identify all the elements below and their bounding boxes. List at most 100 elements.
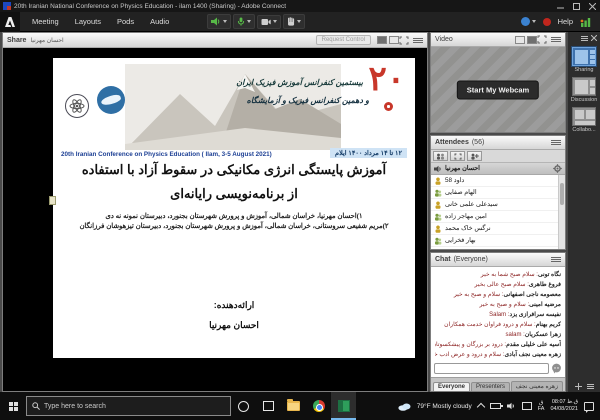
attendee-list: داود 58 الهام صفایی سیدعلی علمی خانی امی… <box>431 175 565 249</box>
network-icon[interactable] <box>522 402 532 410</box>
chat-message: زهره معینی نجف آبادی: سلام و درود و عرض … <box>435 350 561 360</box>
menu-layouts[interactable]: Layouts <box>67 17 109 26</box>
chat-message: نگاه تونی: سلام صبح شما به خیر <box>435 270 561 280</box>
battery-icon[interactable] <box>490 403 501 409</box>
attendee-view-icon[interactable] <box>433 151 448 161</box>
start-button[interactable] <box>0 392 26 420</box>
chat-pod-menu-icon[interactable] <box>551 257 561 262</box>
attendees-pod: Attendees (56) احسان مهرنیا دا <box>430 135 566 250</box>
layout-thumb-collaboration[interactable] <box>572 107 596 126</box>
presentation-slide: ۲۰ بیستمین کنفرانس آموزش فیزیک ایران و د… <box>53 58 415 358</box>
help-menu[interactable]: Help <box>558 17 573 26</box>
volume-icon[interactable] <box>507 402 516 410</box>
attendees-pod-menu-icon[interactable] <box>551 140 561 145</box>
raise-hand-button[interactable] <box>283 14 305 29</box>
excel-icon <box>338 400 350 412</box>
attendee-row[interactable]: امین مهاجر زاده <box>431 211 565 223</box>
attendee-name: سیدعلی علمی خانی <box>445 201 498 208</box>
menu-audio[interactable]: Audio <box>142 17 177 26</box>
start-webcam-button[interactable]: Start My Webcam <box>457 80 539 99</box>
share-view-icon[interactable] <box>377 36 387 44</box>
add-attendee-icon[interactable] <box>467 151 482 161</box>
attendee-expand-icon[interactable] <box>450 151 465 161</box>
maximize-button[interactable] <box>568 0 584 12</box>
taskbar-search[interactable]: Type here to search <box>26 396 231 416</box>
presenter-label: ارائه‌دهنده: <box>53 300 415 311</box>
raise-hand-icon <box>287 17 295 26</box>
status-menu[interactable] <box>521 17 536 26</box>
slide-title-line1: آموزش پایستگی انرژی مکانیکی در سقوط آزاد… <box>53 162 415 178</box>
video-fullscreen-icon[interactable] <box>537 35 547 44</box>
speaker-button[interactable] <box>207 14 231 29</box>
share-pod-menu-icon[interactable] <box>413 38 423 43</box>
adobe-connect-window: 20th Iranian National Conference on Phys… <box>0 0 600 420</box>
participant-icon <box>434 225 442 233</box>
slide-authors: ۱)احسان مهرنیا، خراسان شمالی، آموزش و پر… <box>69 212 399 232</box>
layout-thumb-sharing[interactable] <box>572 47 596 66</box>
chat-message: مرضیه امینی: سلام و صبح به خیر <box>435 300 561 310</box>
chat-input[interactable] <box>434 363 549 374</box>
banner-date-fa: ۱۲ تا ۱۴ مرداد ۱۴۰۰ ایلام <box>330 148 407 158</box>
share-layout-icon[interactable] <box>389 36 399 44</box>
recording-indicator-icon <box>543 18 551 26</box>
layouts-menu-icon[interactable] <box>581 35 588 42</box>
adobe-logo <box>0 12 20 32</box>
fullscreen-icon[interactable] <box>399 36 409 45</box>
video-filmstrip-icon[interactable] <box>527 36 537 44</box>
menu-pods[interactable]: Pods <box>109 17 142 26</box>
tray-expand-icon[interactable] <box>476 403 484 411</box>
attendee-host-row[interactable]: احسان مهرنیا <box>431 163 565 175</box>
conference-banner: ۲۰ بیستمین کنفرانس آموزش فیزیک ایران و د… <box>61 64 407 154</box>
task-view-button[interactable] <box>256 392 281 420</box>
layouts-close-icon[interactable] <box>591 35 597 41</box>
add-layout-icon[interactable] <box>575 383 582 390</box>
action-center-icon[interactable] <box>584 402 594 411</box>
share-pod-title: Share <box>7 37 26 44</box>
microphone-button[interactable] <box>233 14 255 29</box>
physics-society-logo <box>65 94 89 118</box>
close-button[interactable] <box>584 0 600 12</box>
host-name: احسان مهرنیا <box>445 165 480 172</box>
menu-meeting[interactable]: Meeting <box>24 17 67 26</box>
status-icon <box>521 17 530 26</box>
webcam-button[interactable] <box>257 15 281 29</box>
gear-icon[interactable] <box>553 164 562 173</box>
attendees-toolbar <box>431 150 565 163</box>
video-pod-menu-icon[interactable] <box>551 37 561 42</box>
attendee-row[interactable]: سیدعلی علمی خانی <box>431 199 565 211</box>
video-grid-icon[interactable] <box>515 36 525 44</box>
language-indicator[interactable]: قFA <box>538 400 545 413</box>
attendee-row[interactable]: الهام صفایی <box>431 187 565 199</box>
request-control-button[interactable]: Request Control <box>316 35 371 45</box>
app-icon <box>3 2 11 10</box>
chrome-button[interactable] <box>306 392 331 420</box>
clock[interactable]: 08:07 ق.ظ 04/08/2021 <box>550 399 578 413</box>
file-explorer-button[interactable] <box>281 392 306 420</box>
chat-tab-private[interactable]: زهره معینی نجف <box>511 381 563 391</box>
weather-cloud-icon <box>398 402 411 411</box>
chat-tab-everyone[interactable]: Everyone <box>433 382 470 391</box>
attendee-row[interactable]: بهار فخرایی <box>431 235 565 247</box>
weather-text[interactable]: 79°F Mostly cloudy <box>417 403 472 410</box>
layout-options-icon[interactable] <box>587 383 594 390</box>
attendee-name: داود 58 <box>445 177 464 184</box>
title-bar: 20th Iranian National Conference on Phys… <box>0 0 600 12</box>
banner-calligraphy: ۲۰ بیستمین کنفرانس آموزش فیزیک ایران و د… <box>267 66 407 140</box>
send-message-icon[interactable] <box>551 363 562 374</box>
attendees-scrollbar[interactable] <box>558 175 565 249</box>
attendee-row[interactable]: داود 58 <box>431 175 565 187</box>
video-pod-title: Video <box>435 36 453 43</box>
attendee-row[interactable]: نرگس خاک محمد <box>431 223 565 235</box>
layout-thumb-discussion[interactable] <box>572 77 596 96</box>
chat-message: کریم بهنام: سلام و درود فراوان خدمت همکا… <box>435 320 561 330</box>
speaker-icon <box>211 17 221 26</box>
chat-pod-header: Chat (Everyone) <box>431 253 565 267</box>
minimize-button[interactable] <box>552 0 568 12</box>
presenter-name: احسان مهرنیا <box>53 320 415 331</box>
attendees-count: (56) <box>472 139 484 146</box>
chat-tab-presenters[interactable]: Presenters <box>471 382 510 391</box>
cortana-button[interactable] <box>231 392 256 420</box>
layouts-panel: Sharing Discussion Collabo... <box>568 32 600 392</box>
excel-button[interactable] <box>331 392 356 420</box>
video-pod-header: Video <box>431 33 565 47</box>
